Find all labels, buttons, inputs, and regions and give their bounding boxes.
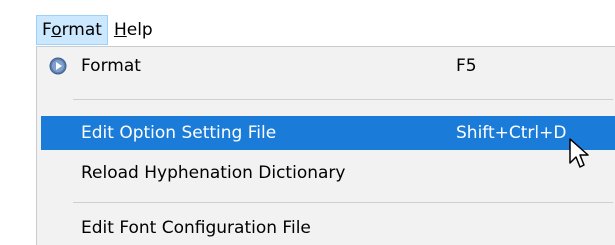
format-dropdown-menu: Format F5 Edit Option Setting File Shift… [36, 46, 615, 245]
menu-help-mnemonic: H [113, 20, 127, 40]
menu-format-mnemonic: o [51, 20, 62, 40]
menu-item-format-label: Format [81, 56, 141, 76]
menu-item-format-shortcut: F5 [456, 56, 477, 76]
menu-item-reload-hyphenation-dictionary[interactable]: Reload Hyphenation Dictionary [41, 156, 615, 190]
menu-format[interactable]: Format [36, 15, 108, 45]
menu-item-reload-hyphenation-dictionary-label: Reload Hyphenation Dictionary [81, 163, 346, 183]
app-window: Format Help Format F5 Edit Option Settin… [0, 0, 615, 245]
menu-item-edit-option-setting-file[interactable]: Edit Option Setting File Shift+Ctrl+D [41, 116, 615, 150]
menu-item-edit-option-setting-file-label: Edit Option Setting File [81, 123, 277, 143]
menu-item-format[interactable]: Format F5 [41, 49, 615, 83]
menu-item-edit-option-setting-file-shortcut: Shift+Ctrl+D [456, 123, 567, 143]
menu-item-edit-font-configuration-file[interactable]: Edit Font Configuration File [41, 211, 615, 245]
menu-format-label-post: rmat [61, 20, 102, 40]
menu-help[interactable]: Help [108, 15, 159, 45]
menu-help-label-post: elp [126, 20, 153, 40]
menu-bar: Format Help [36, 14, 159, 46]
menu-item-edit-font-configuration-file-label: Edit Font Configuration File [81, 218, 311, 238]
menu-separator [73, 202, 613, 203]
menu-format-label-pre: F [42, 20, 52, 40]
play-icon [49, 57, 67, 75]
menu-separator [73, 99, 613, 100]
mouse-cursor-icon [569, 138, 589, 168]
